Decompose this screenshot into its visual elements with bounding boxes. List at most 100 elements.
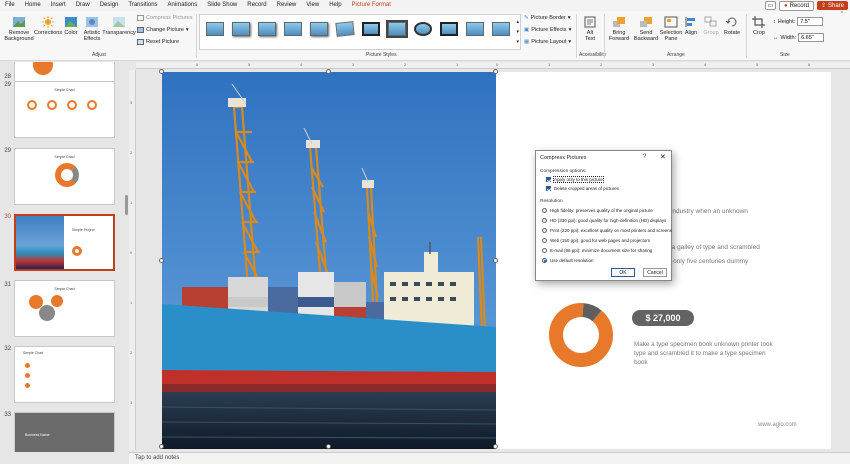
tab-insert[interactable]: Insert xyxy=(46,0,71,11)
color-button[interactable]: Color xyxy=(63,16,79,36)
send-backward-label: Send Backward xyxy=(633,30,659,42)
apply-only-checkbox[interactable]: Apply only to this picture xyxy=(546,176,604,183)
picture-style-12[interactable] xyxy=(492,22,510,36)
bring-forward-label: Bring Forward xyxy=(608,30,630,42)
slide-thumb-32[interactable]: Simple Chart xyxy=(14,346,115,403)
picture-style-11[interactable] xyxy=(466,22,484,36)
tab-animations[interactable]: Animations xyxy=(163,0,203,11)
height-input[interactable] xyxy=(797,17,824,26)
tab-design[interactable]: Design xyxy=(95,0,124,11)
resize-handle-tr[interactable] xyxy=(493,69,498,74)
gallery-more-icon[interactable]: ▾ xyxy=(516,39,519,45)
change-picture-button[interactable]: Change Picture ▾ xyxy=(137,27,189,33)
record-button[interactable]: ● Record xyxy=(778,0,814,11)
tab-file[interactable]: File xyxy=(0,0,20,11)
price-description: Make a type specimen book unknown printe… xyxy=(634,341,773,366)
radio-email[interactable]: E-mail (96 ppi): minimize document size … xyxy=(542,248,652,253)
ship-photo[interactable] xyxy=(162,72,496,449)
transparency-label: Transparency xyxy=(102,30,136,36)
group-button[interactable]: Group xyxy=(701,16,721,36)
radio-print[interactable]: Print (220 ppi): excellent quality on mo… xyxy=(542,228,672,233)
alt-text-button[interactable]: Alt Text xyxy=(581,16,599,42)
resize-handle-r[interactable] xyxy=(493,258,498,263)
ok-button[interactable]: OK xyxy=(611,268,635,277)
picture-style-6[interactable] xyxy=(335,21,355,37)
collapse-ribbon-icon[interactable]: ⌃ xyxy=(840,11,844,17)
ruler-tick: 6 xyxy=(196,62,199,67)
slide-thumb-title: Simple Chart xyxy=(54,287,75,291)
resize-handle-l[interactable] xyxy=(159,258,164,263)
picture-style-7[interactable] xyxy=(362,22,380,36)
slide-thumb-title: Simple Chart xyxy=(23,351,44,355)
tab-help[interactable]: Help xyxy=(324,0,346,11)
rotate-button[interactable]: Rotate xyxy=(722,16,742,36)
artistic-effects-button[interactable]: Artistic Effects xyxy=(81,16,103,42)
remove-background-icon xyxy=(13,17,25,27)
remove-background-button[interactable]: Remove Background xyxy=(4,16,34,42)
picture-style-9[interactable] xyxy=(414,22,432,36)
slide-thumb-29b[interactable]: Simple Chart xyxy=(14,148,115,205)
picture-style-5[interactable] xyxy=(310,22,328,36)
corrections-button[interactable]: Corrections xyxy=(34,16,62,36)
thumb-circle xyxy=(33,62,53,75)
picture-style-8[interactable] xyxy=(386,20,408,38)
remove-background-label: Remove Background xyxy=(4,30,34,42)
ruler-tick: 3 xyxy=(352,62,355,67)
picture-effects-button[interactable]: ▣ Picture Effects ▾ xyxy=(524,27,571,33)
picture-style-2[interactable] xyxy=(232,22,250,36)
resize-handle-br[interactable] xyxy=(493,444,498,449)
delete-cropped-checkbox[interactable]: Delete cropped areas of pictures xyxy=(546,186,619,191)
picture-style-10[interactable] xyxy=(440,22,458,36)
tab-record[interactable]: Record xyxy=(242,0,271,11)
tab-draw[interactable]: Draw xyxy=(71,0,95,11)
radio-default-resolution[interactable]: Use default resolution xyxy=(542,258,594,263)
send-backward-button[interactable]: Send Backward xyxy=(633,16,659,42)
picture-style-1[interactable] xyxy=(206,22,224,36)
slide-thumb-33[interactable]: Business Name xyxy=(14,412,115,452)
slide-thumb-30[interactable]: Simple Project xyxy=(14,214,115,271)
compress-pictures-button[interactable]: Compress Pictures xyxy=(137,15,192,21)
radio-high-fidelity[interactable]: High fidelity: preserves quality of the … xyxy=(542,208,653,213)
selection-pane-button[interactable]: Selection Pane xyxy=(659,16,683,42)
slide-thumb-31[interactable]: Simple Chart xyxy=(14,280,115,337)
thumbnail-scrollbar[interactable] xyxy=(125,195,128,215)
resize-handle-b[interactable] xyxy=(326,444,331,449)
resize-handle-t[interactable] xyxy=(326,69,331,74)
radio-hd[interactable]: HD (330 ppi): good quality for high-defi… xyxy=(542,218,666,223)
notes-bar[interactable]: Tap to add notes xyxy=(129,452,850,464)
dialog-title: Compress Pictures xyxy=(540,155,587,161)
width-input[interactable] xyxy=(798,33,825,42)
ruler-tick: 6 xyxy=(808,62,811,67)
resize-handle-bl[interactable] xyxy=(159,444,164,449)
align-button[interactable]: Align xyxy=(683,16,699,36)
tab-slide-show[interactable]: Slide Show xyxy=(202,0,242,11)
close-button[interactable]: ✕ xyxy=(660,153,666,161)
picture-style-3[interactable] xyxy=(258,22,276,36)
picture-border-button[interactable]: ✎ Picture Border ▾ xyxy=(524,15,571,21)
tab-home[interactable]: Home xyxy=(20,0,46,11)
crop-button[interactable]: Crop xyxy=(750,16,768,36)
reset-picture-button[interactable]: Reset Picture xyxy=(137,39,179,45)
slide-thumb-title: Simple Chart xyxy=(54,155,75,159)
cancel-button[interactable]: Cancel xyxy=(643,268,667,277)
chevron-down-icon: ▾ xyxy=(568,27,572,33)
gallery-down-icon[interactable]: ▾ xyxy=(516,29,519,35)
transparency-icon xyxy=(113,17,125,27)
picture-style-4[interactable] xyxy=(284,22,302,36)
tab-transitions[interactable]: Transitions xyxy=(123,0,162,11)
transparency-button[interactable]: Transparency xyxy=(102,16,136,36)
tab-view[interactable]: View xyxy=(301,0,324,11)
comments-button[interactable]: ▭ xyxy=(764,1,776,10)
tab-review[interactable]: Review xyxy=(272,0,302,11)
slide-thumb-29a[interactable]: Simple Chart xyxy=(14,81,115,138)
radio-web[interactable]: Web (150 ppi): good for web pages and pr… xyxy=(542,238,650,243)
picture-layout-button[interactable]: ▦ Picture Layout ▾ xyxy=(524,39,571,45)
resize-handle-tl[interactable] xyxy=(159,69,164,74)
tab-picture-format[interactable]: Picture Format xyxy=(346,0,396,12)
help-button[interactable]: ? xyxy=(643,154,646,160)
bring-forward-button[interactable]: Bring Forward xyxy=(606,16,632,42)
share-button[interactable]: ⇪ Share xyxy=(816,1,848,10)
height-icon: ↕ xyxy=(773,18,776,25)
gallery-up-icon[interactable]: ▴ xyxy=(516,19,519,25)
slide-canvas[interactable]: setting industry when an unknown er took… xyxy=(159,69,831,449)
